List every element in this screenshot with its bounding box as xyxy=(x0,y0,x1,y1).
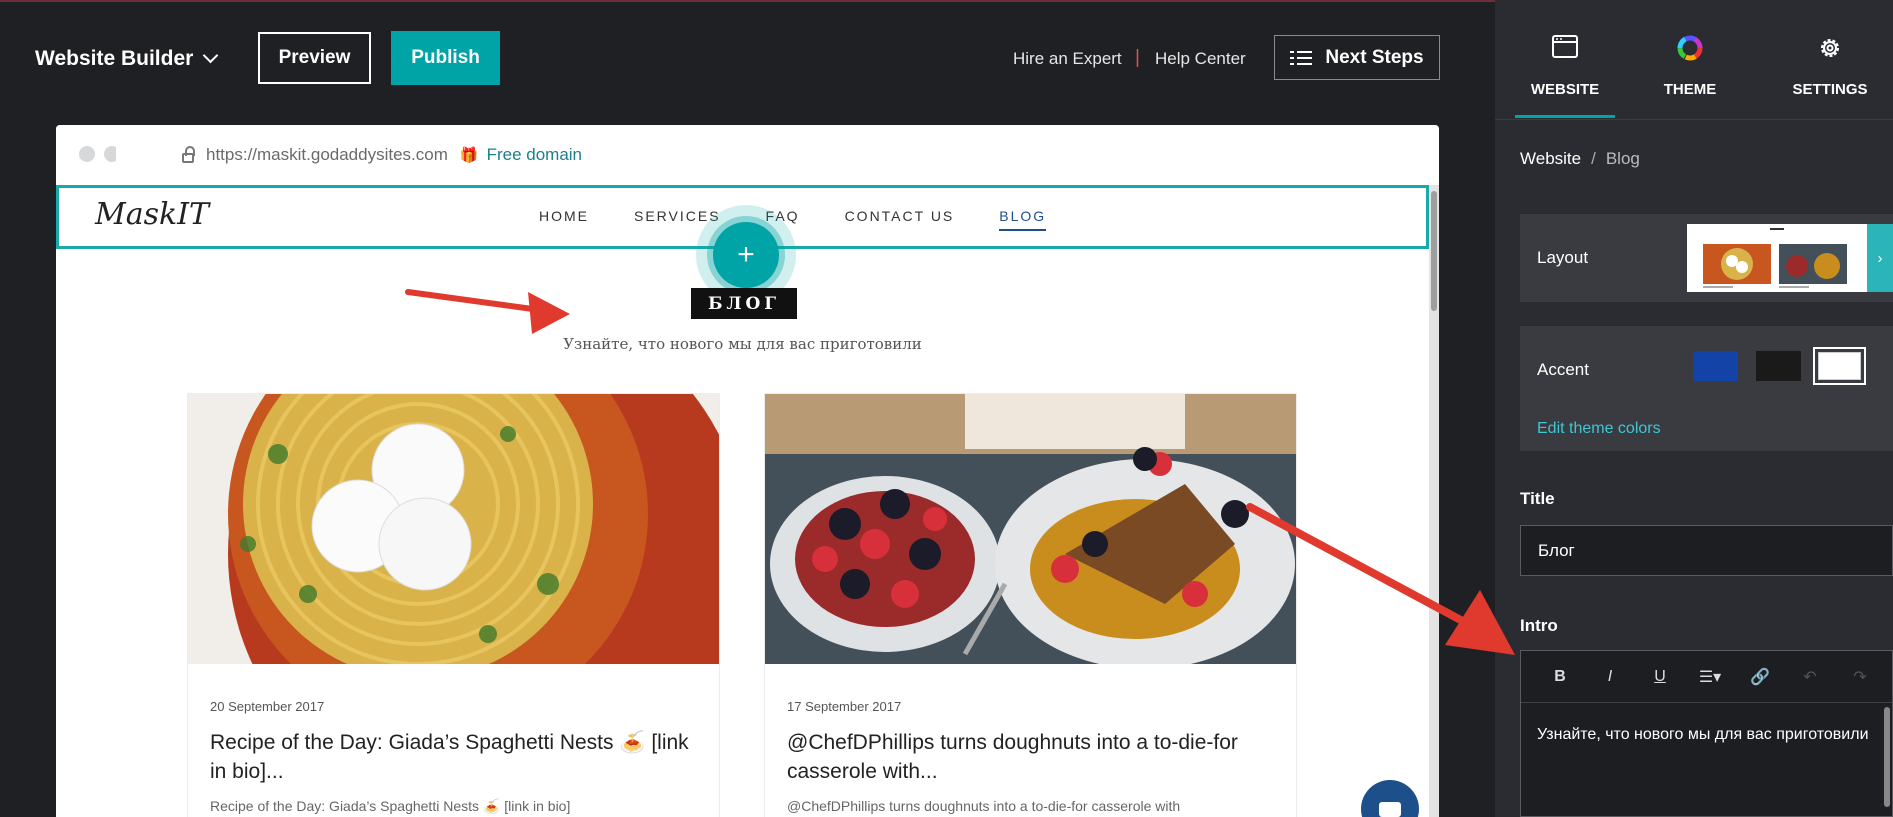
breadcrumb-separator: / xyxy=(1591,149,1596,168)
browser-chrome: https://maskit.godaddysites.com 🎁 Free d… xyxy=(56,125,1439,185)
chat-icon xyxy=(1379,801,1401,817)
tab-theme-label: THEME xyxy=(1663,81,1717,98)
window-dot-icon xyxy=(79,146,95,162)
free-domain-link[interactable]: Free domain xyxy=(487,145,582,165)
tab-settings[interactable]: SETTINGS xyxy=(1775,35,1885,98)
rte-toolbar: B I U ☰▾ 🔗 ↶ ↷ xyxy=(1521,651,1892,703)
tab-website-label: WEBSITE xyxy=(1530,81,1600,98)
accent-swatch-blue[interactable] xyxy=(1693,351,1738,381)
accent-swatch-white-selected[interactable] xyxy=(1813,347,1866,385)
nav-blog[interactable]: BLOG xyxy=(999,208,1047,231)
chevron-right-icon[interactable]: › xyxy=(1867,224,1893,292)
tab-theme[interactable]: THEME xyxy=(1635,35,1745,98)
post-excerpt: Recipe of the Day: Giada’s Spaghetti Nes… xyxy=(210,798,571,814)
chat-button[interactable] xyxy=(1361,780,1419,817)
italic-button[interactable]: I xyxy=(1585,668,1635,686)
intro-text[interactable]: Узнайте, что нового мы для вас приготови… xyxy=(1521,703,1892,767)
blog-intro[interactable]: Узнайте, что нового мы для вас приготови… xyxy=(56,335,1429,353)
breadcrumb: Website / Blog xyxy=(1520,149,1640,169)
edit-theme-colors-link[interactable]: Edit theme colors xyxy=(1537,420,1661,438)
intro-rich-text-editor[interactable]: B I U ☰▾ 🔗 ↶ ↷ Узнайте, что нового мы дл… xyxy=(1520,650,1893,817)
nav-contact-us[interactable]: CONTACT US xyxy=(845,208,955,231)
accent-label: Accent xyxy=(1537,360,1589,379)
publish-button[interactable]: Publish xyxy=(391,31,500,85)
rte-scrollbar[interactable] xyxy=(1884,707,1890,807)
next-steps-label: Next Steps xyxy=(1325,46,1424,68)
blog-post-card[interactable]: 20 September 2017 Recipe of the Day: Gia… xyxy=(187,393,720,817)
address-bar: https://maskit.godaddysites.com 🎁 Free d… xyxy=(116,133,1424,177)
gear-icon xyxy=(1775,35,1885,65)
layout-label: Layout xyxy=(1537,248,1589,267)
annotation-arrow-left xyxy=(405,289,570,334)
panel-tabs: WEBSITE THEME SETTINGS xyxy=(1495,0,1893,120)
blog-title[interactable]: БЛОГ xyxy=(691,288,797,319)
brand-label: Website Builder xyxy=(35,47,194,70)
browser-window-icon xyxy=(1510,35,1620,65)
accent-settings: Accent Edit theme colors xyxy=(1520,326,1893,451)
accent-swatch-black[interactable] xyxy=(1756,351,1801,381)
breadcrumb-blog: Blog xyxy=(1605,149,1640,168)
doughnut-casserole-image xyxy=(765,394,1296,664)
link-button[interactable]: 🔗 xyxy=(1735,667,1785,687)
list-dropdown-button[interactable]: ☰▾ xyxy=(1685,667,1735,687)
color-wheel-icon xyxy=(1635,35,1745,65)
site-nav-menu: HOME SERVICES FAQ CONTACT US BLOG xyxy=(539,208,1047,231)
redo-button[interactable]: ↷ xyxy=(1835,667,1885,687)
bold-button[interactable]: B xyxy=(1535,668,1585,686)
toolbar-separator: | xyxy=(1135,47,1140,68)
layout-thumbnail xyxy=(1687,224,1867,292)
plus-icon: + xyxy=(713,222,779,288)
next-steps-button[interactable]: Next Steps xyxy=(1274,35,1440,80)
preview-scroll-thumb[interactable] xyxy=(1431,191,1437,311)
site-url: https://maskit.godaddysites.com xyxy=(206,145,448,164)
gift-icon: 🎁 xyxy=(459,147,479,164)
title-input[interactable]: Блог xyxy=(1520,525,1893,576)
tab-settings-label: SETTINGS xyxy=(1792,81,1868,98)
chevron-down-icon xyxy=(203,47,219,64)
editor-side-panel: WEBSITE THEME SETTINGS Website / Blog La… xyxy=(1495,0,1893,817)
checklist-icon xyxy=(1290,50,1313,66)
hire-expert-link[interactable]: Hire an Expert xyxy=(1013,49,1122,69)
layout-selector[interactable]: Layout › xyxy=(1520,214,1893,302)
preview-button[interactable]: Preview xyxy=(258,32,371,84)
site-logo[interactable]: MaskIT xyxy=(95,197,209,232)
website-builder-menu[interactable]: Website Builder xyxy=(35,47,219,71)
nav-home[interactable]: HOME xyxy=(539,208,589,231)
post-date: 17 September 2017 xyxy=(787,699,902,714)
post-title[interactable]: Recipe of the Day: Giada’s Spaghetti Nes… xyxy=(210,728,700,786)
post-date: 20 September 2017 xyxy=(210,699,325,714)
tab-website[interactable]: WEBSITE xyxy=(1510,35,1620,98)
site-preview-frame: https://maskit.godaddysites.com 🎁 Free d… xyxy=(56,125,1439,817)
annotation-arrow-right xyxy=(1246,503,1515,655)
blog-post-card[interactable]: 17 September 2017 @ChefDPhillips turns d… xyxy=(764,393,1297,817)
editor-toolbar: Website Builder Preview Publish Hire an … xyxy=(0,0,1495,118)
help-center-link[interactable]: Help Center xyxy=(1155,49,1246,69)
post-title[interactable]: @ChefDPhillips turns doughnuts into a to… xyxy=(787,728,1277,786)
spaghetti-nest-image xyxy=(188,394,719,664)
lock-icon xyxy=(182,145,195,163)
active-tab-indicator xyxy=(1515,115,1615,118)
undo-button[interactable]: ↶ xyxy=(1785,667,1835,687)
underline-button[interactable]: U xyxy=(1635,668,1685,686)
breadcrumb-website[interactable]: Website xyxy=(1520,149,1581,168)
post-excerpt: @ChefDPhillips turns doughnuts into a to… xyxy=(787,798,1181,814)
